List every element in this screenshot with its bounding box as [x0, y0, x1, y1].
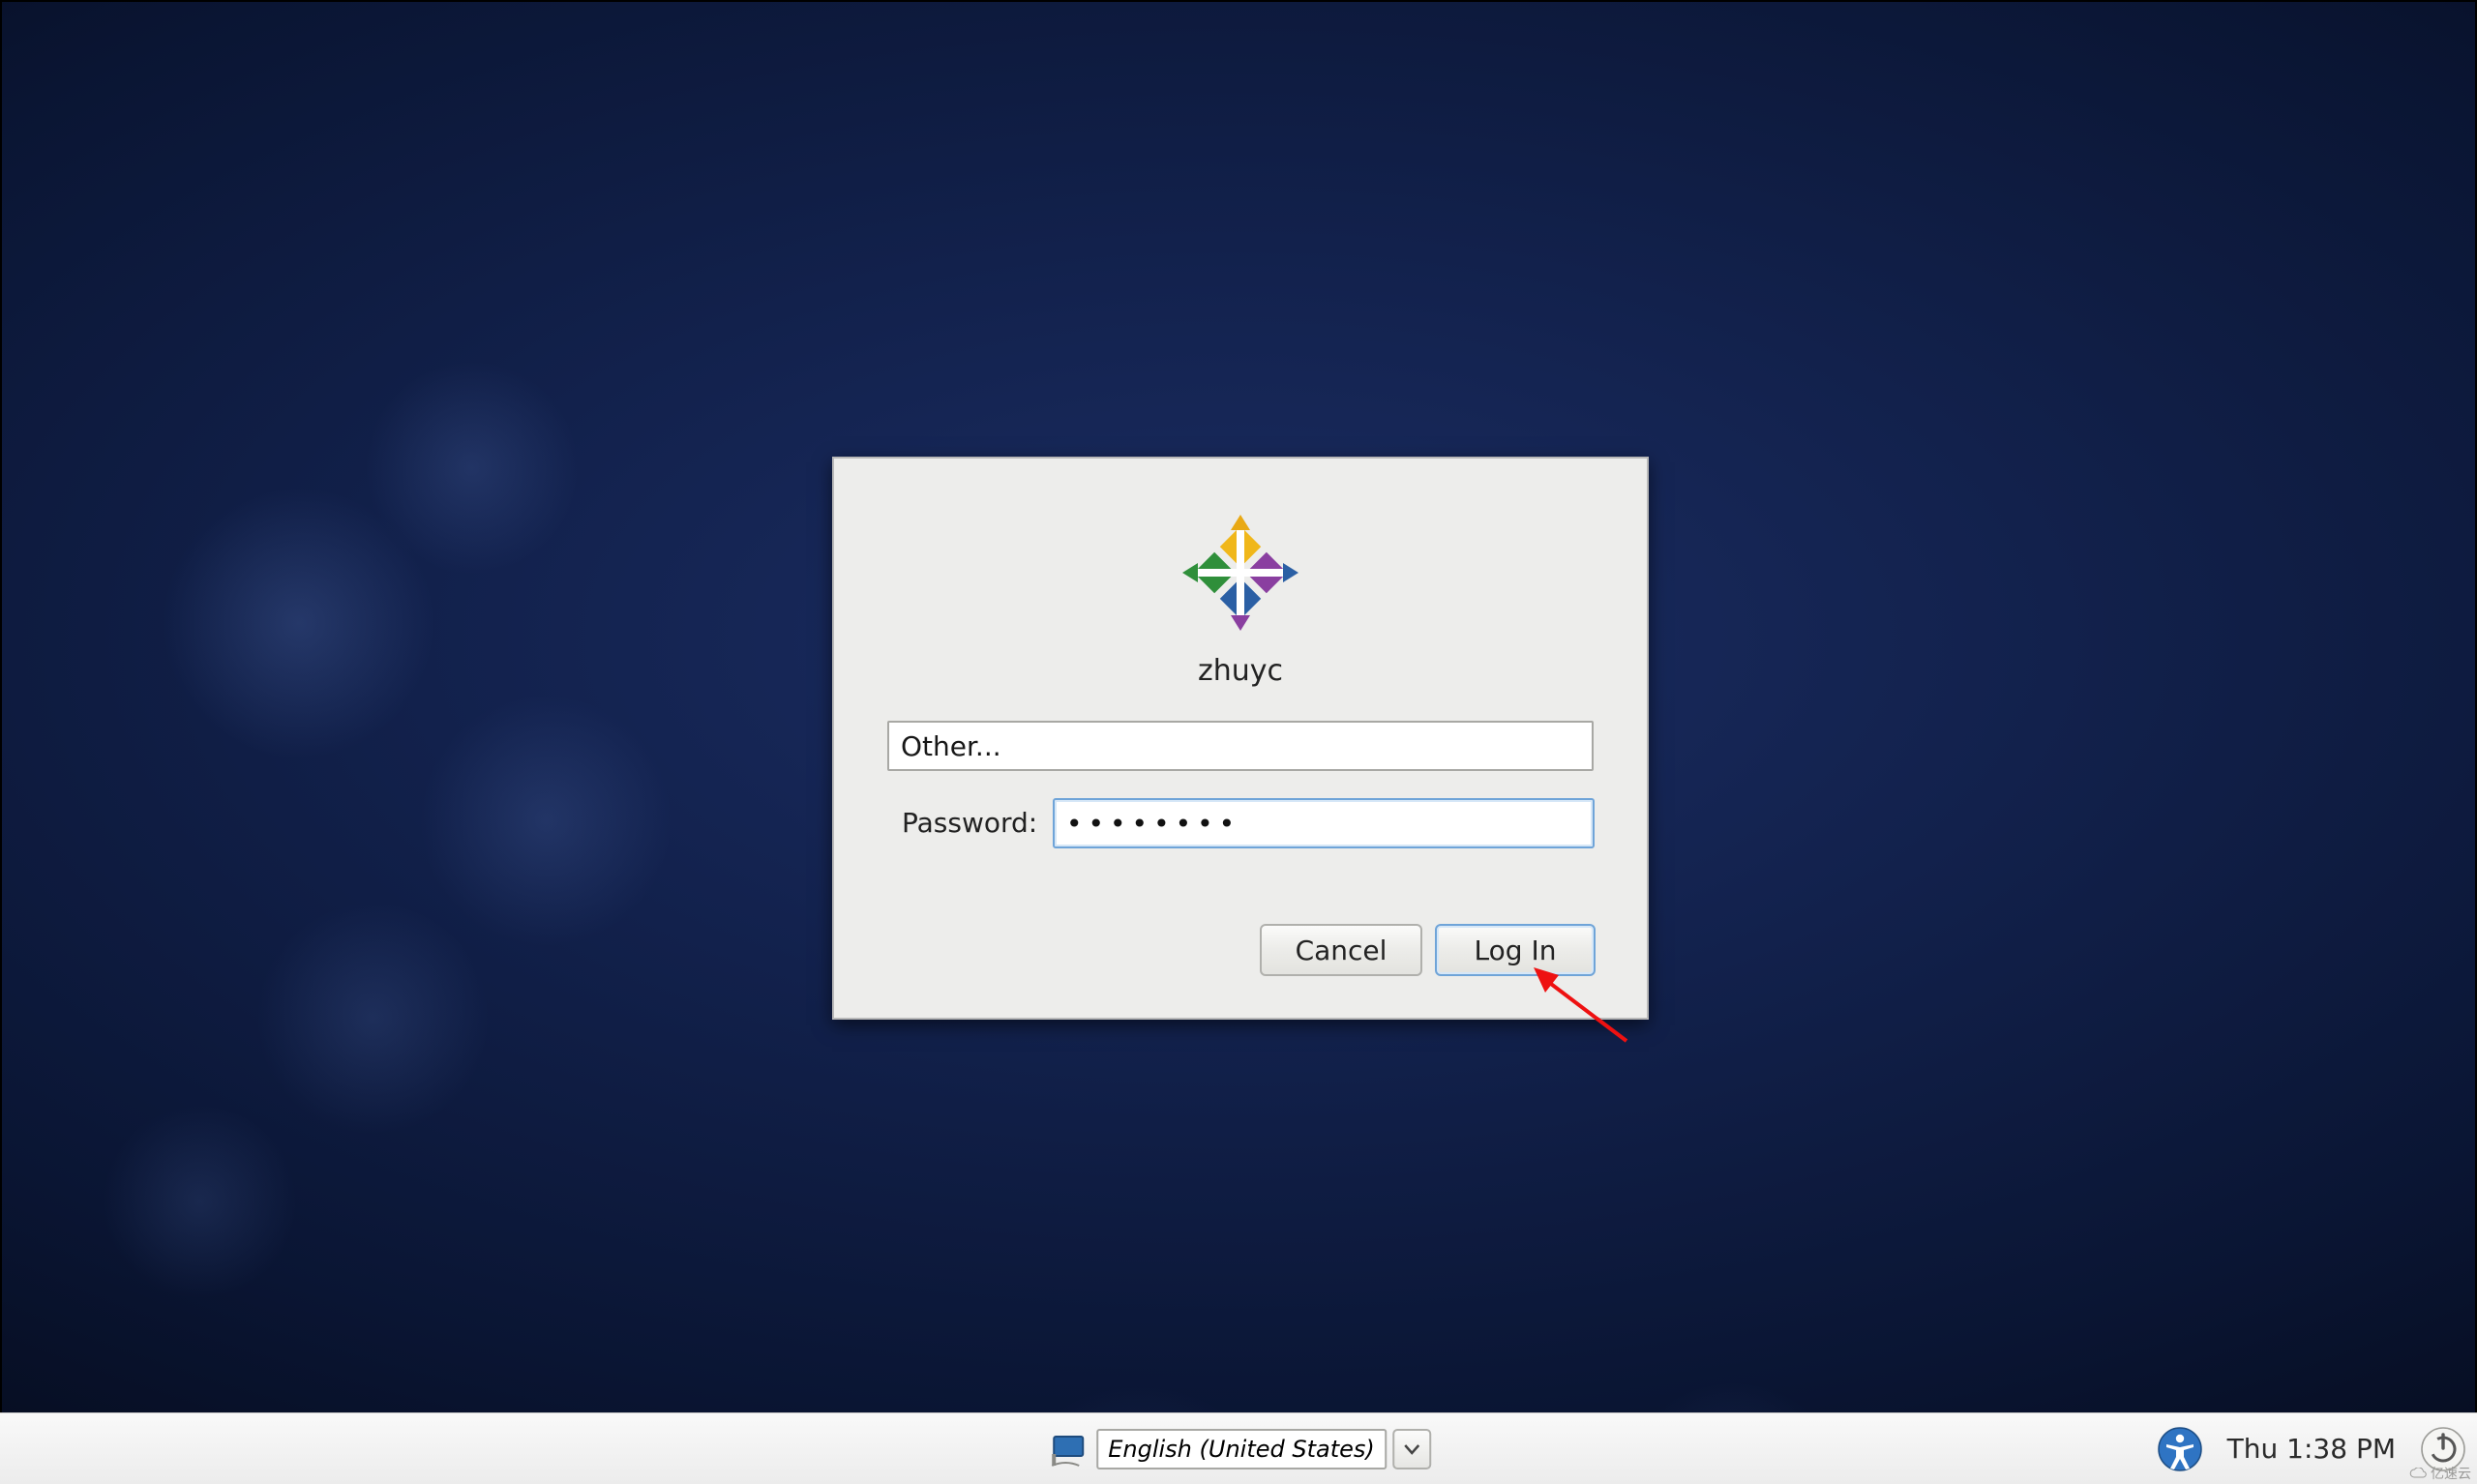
panel-clock[interactable]: Thu 1:38 PM	[2227, 1433, 2396, 1465]
other-user-input[interactable]	[887, 721, 1594, 771]
username-display: zhuyc	[834, 654, 1647, 688]
accessibility-icon[interactable]	[2158, 1427, 2202, 1471]
keyboard-layout-indicator-icon[interactable]	[1046, 1431, 1089, 1468]
language-label: English (United States)	[1108, 1436, 1375, 1463]
language-display[interactable]: English (United States)	[1096, 1429, 1387, 1469]
power-icon[interactable]	[2421, 1427, 2465, 1471]
login-dialog: zhuyc Password: Cancel Log In	[832, 457, 1649, 1020]
password-label: Password:	[902, 807, 1037, 839]
login-button[interactable]: Log In	[1435, 924, 1596, 976]
cancel-button[interactable]: Cancel	[1260, 924, 1422, 976]
bottom-panel: English (United States) Thu 1:38 PM 亿速云	[0, 1412, 2477, 1484]
language-selector[interactable]: English (United States)	[1096, 1429, 1431, 1469]
password-input[interactable]	[1053, 798, 1595, 848]
centos-logo-icon	[1179, 511, 1302, 635]
chevron-down-icon	[1403, 1443, 1420, 1455]
language-dropdown-button[interactable]	[1392, 1429, 1431, 1469]
